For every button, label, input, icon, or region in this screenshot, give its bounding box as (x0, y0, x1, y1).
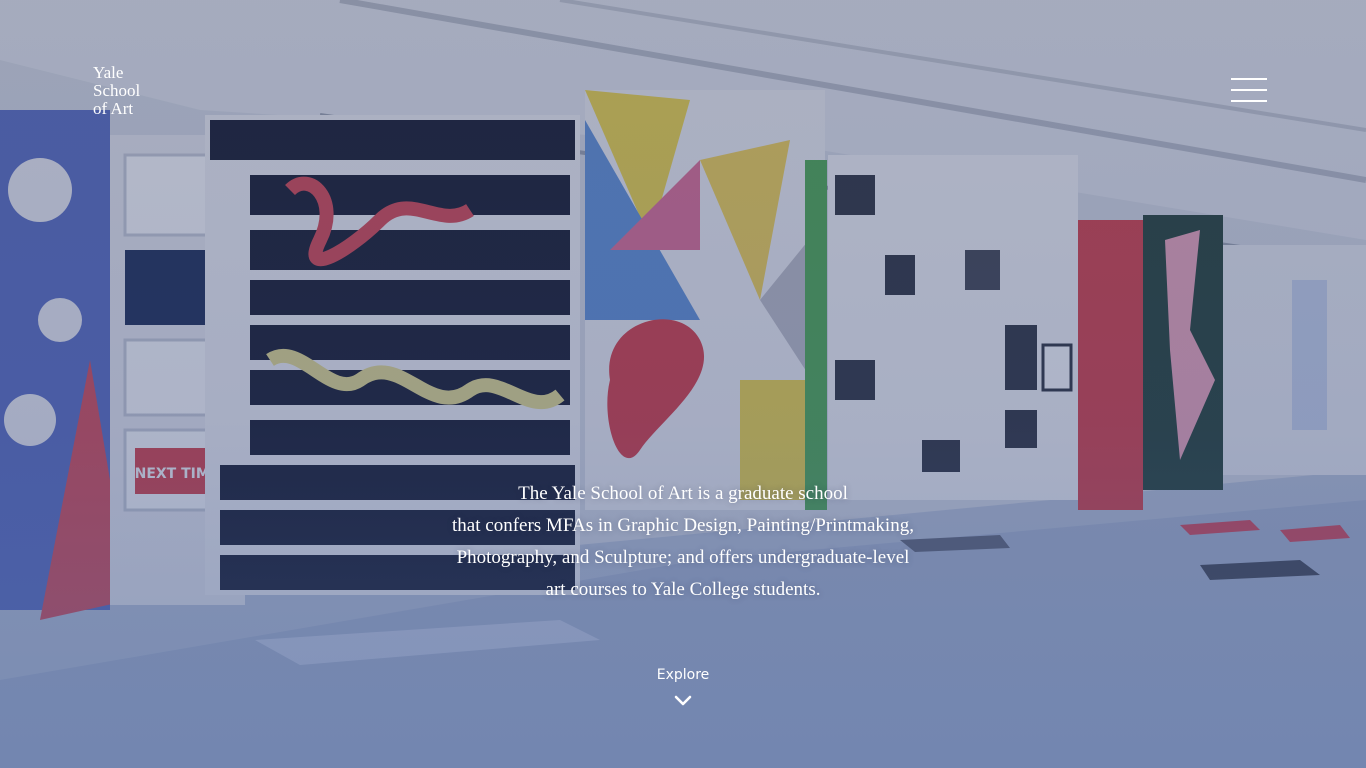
chevron-down-icon (674, 695, 692, 706)
explore-button[interactable]: Explore (633, 665, 733, 707)
menu-bar-middle (1231, 89, 1267, 91)
site-logo[interactable]: Yale School of Art (93, 64, 140, 118)
explore-label: Explore (656, 667, 710, 683)
intro-statement: The Yale School of Art is a graduate sch… (383, 478, 983, 606)
logo-line-1: Yale (93, 63, 124, 82)
logo-line-3: of Art (93, 99, 134, 118)
hero-overlay (0, 0, 1366, 768)
intro-line: art courses to Yale College students. (545, 579, 821, 600)
menu-bar-bottom (1231, 100, 1267, 102)
intro-line: The Yale School of Art is a graduate sch… (518, 483, 848, 504)
hamburger-menu-icon[interactable] (1231, 78, 1267, 104)
intro-line: Photography, and Sculpture; and offers u… (456, 547, 910, 568)
logo-line-2: School (93, 81, 141, 100)
intro-line: that confers MFAs in Graphic Design, Pai… (452, 515, 914, 536)
menu-bar-top (1231, 78, 1267, 80)
